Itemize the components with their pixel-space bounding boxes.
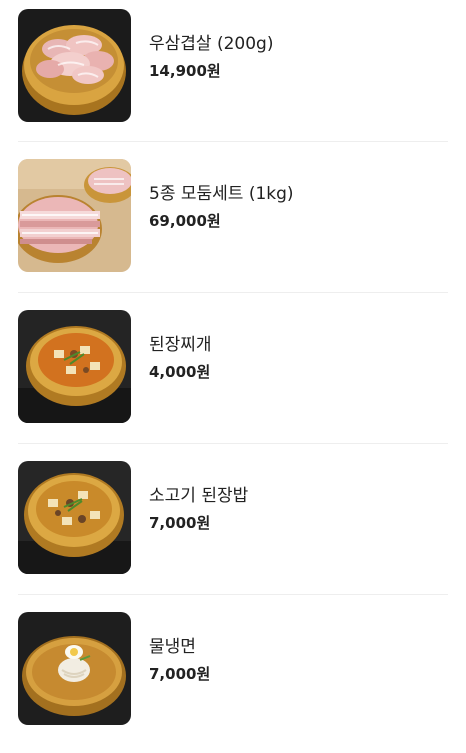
menu-item-name: 소고기 된장밥 (149, 486, 249, 506)
divider (18, 141, 448, 142)
menu-item-soybean-stew[interactable]: 된장찌개 4,000원 (0, 301, 466, 451)
sliced-pork-bowl-image (18, 9, 131, 122)
menu-item-image (18, 310, 131, 423)
menu-item-beef-soybean-rice[interactable]: 소고기 된장밥 7,000원 (0, 452, 466, 602)
menu-item-price: 4,000원 (149, 363, 211, 381)
menu-item-name: 5종 모둠세트 (1kg) (149, 184, 294, 204)
menu-item-name: 된장찌개 (149, 335, 212, 355)
menu-item-name: 물냉면 (149, 637, 196, 657)
beef-soybean-rice-image (18, 461, 131, 574)
menu-item-price: 69,000원 (149, 212, 221, 230)
divider (18, 594, 448, 595)
menu-item-image (18, 9, 131, 122)
cold-noodle-image (18, 612, 131, 725)
assorted-pork-platter-image (18, 159, 131, 272)
menu-item-price: 14,900원 (149, 62, 221, 80)
menu-item-price: 7,000원 (149, 514, 211, 532)
divider (18, 443, 448, 444)
menu-item-name: 우삼겹살 (200g) (149, 34, 274, 54)
menu-item-image (18, 159, 131, 272)
menu-item-image (18, 461, 131, 574)
menu-item-assorted-set[interactable]: 5종 모둠세트 (1kg) 69,000원 (0, 150, 466, 300)
menu-item-price: 7,000원 (149, 665, 211, 683)
menu-item-image (18, 612, 131, 725)
menu-item-beef-brisket[interactable]: 우삼겹살 (200g) 14,900원 (0, 0, 466, 150)
menu-item-cold-noodle[interactable]: 물냉면 7,000원 (0, 603, 466, 753)
soybean-stew-image (18, 310, 131, 423)
menu-list: 우삼겹살 (200g) 14,900원 5종 모둠세트 (1kg) 69,000… (0, 0, 466, 738)
divider (18, 292, 448, 293)
